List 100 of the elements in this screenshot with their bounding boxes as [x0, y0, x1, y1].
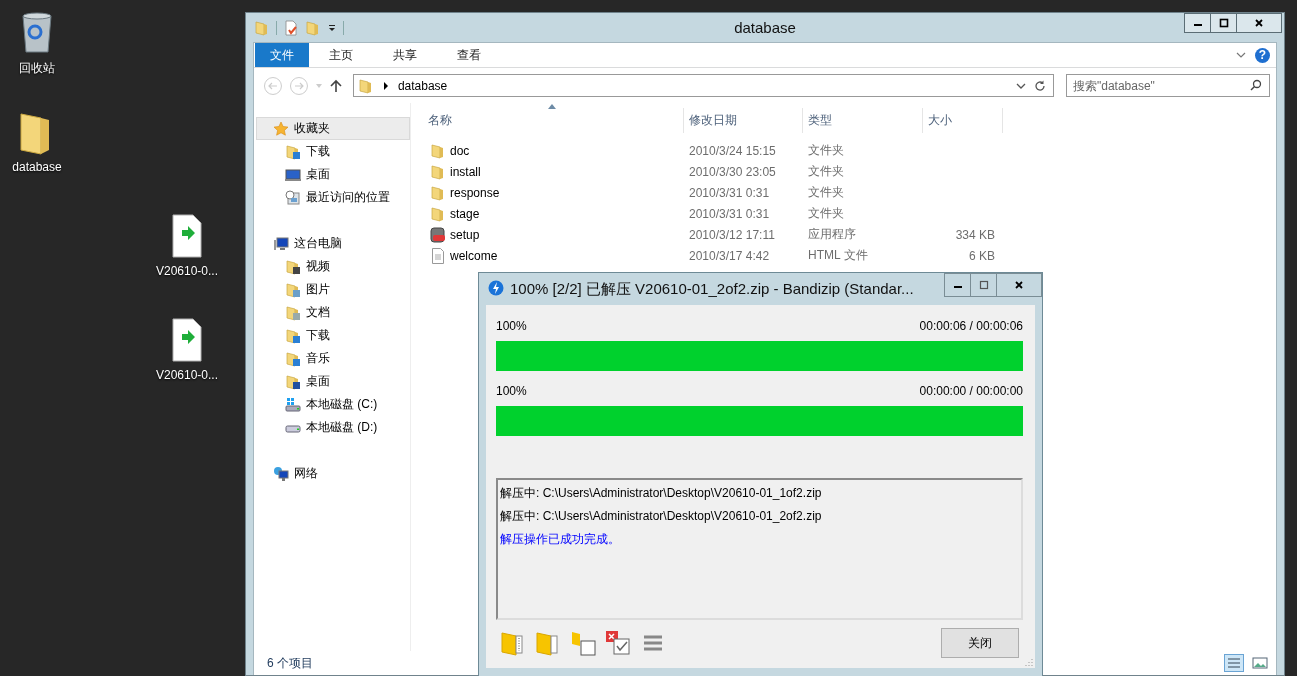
file-date: 2010/3/30 23:05: [689, 164, 776, 179]
ribbon-tab[interactable]: 主页: [309, 43, 373, 67]
customize-dropdown-icon[interactable]: [327, 22, 337, 33]
star-icon: [273, 120, 289, 137]
music-folder-icon: [285, 350, 301, 367]
desktop-folder-icon: [285, 373, 301, 390]
elapsed-time: 00:00:00 / 00:00:00: [919, 384, 1023, 398]
file-name[interactable]: install: [450, 164, 481, 179]
network-icon: [273, 465, 289, 482]
close-button[interactable]: [1236, 13, 1282, 33]
download-folder-icon: [285, 327, 301, 344]
folder-icon: [430, 184, 446, 201]
nav-item[interactable]: 网络: [256, 462, 410, 485]
file-size: 6 KB: [969, 248, 995, 263]
monitor-icon: [285, 166, 301, 183]
picture-folder-icon: [285, 281, 301, 298]
maximize-icon: [978, 280, 989, 290]
file-date: 2010/3/12 17:11: [689, 227, 775, 242]
folder-icon: [430, 163, 446, 180]
nav-item[interactable]: 下载: [256, 140, 410, 163]
download-folder-icon: [285, 143, 301, 160]
folder-icon: [430, 205, 446, 222]
properties-icon[interactable]: [283, 19, 299, 36]
item-count: 6 个项目: [267, 654, 313, 672]
ribbon-tab[interactable]: 查看: [437, 43, 501, 67]
address-path[interactable]: database: [397, 78, 448, 93]
nav-item[interactable]: 本地磁盘 (D:): [256, 416, 410, 439]
desktop-icon-label[interactable]: V20610-0...: [155, 264, 218, 278]
log-line: 解压中: C:\Users\Administrator\Desktop\V20610-01_2of2.zip: [500, 508, 823, 525]
nav-item[interactable]: 这台电脑: [256, 232, 410, 255]
file-name[interactable]: response: [450, 185, 500, 200]
column-header[interactable]: 类型: [803, 108, 923, 133]
zip-folder-icon[interactable]: [500, 630, 526, 656]
log-line: 解压操作已成功完成。: [500, 531, 621, 548]
computer-icon: [273, 235, 289, 252]
maximize-icon: [1218, 18, 1229, 28]
dialog-title: 100% [2/2] 已解压 V20610-01_2of2.zip - Bandizip (Standar...: [510, 280, 914, 299]
log-line: 解压中: C:\Users\Administrator\Desktop\V20610-01_1of2.zip: [500, 485, 823, 502]
close-button[interactable]: 关闭: [941, 628, 1019, 658]
nav-item[interactable]: 音乐: [256, 347, 410, 370]
progress-percent: 100%: [496, 319, 527, 333]
window-title: database: [734, 19, 796, 36]
resize-grip-icon[interactable]: [1025, 658, 1033, 666]
minimize-button[interactable]: [944, 273, 971, 297]
up-arrow-icon[interactable]: [328, 78, 343, 93]
nav-item[interactable]: 最近访问的位置: [256, 186, 410, 209]
system-drive-icon: [285, 396, 301, 413]
file-type: 应用程序: [808, 226, 856, 243]
address-bar[interactable]: database: [352, 74, 1054, 97]
file-type: 文件夹: [808, 163, 844, 180]
desktop-icon-label[interactable]: V20610-0...: [155, 368, 218, 382]
nav-item[interactable]: 视频: [256, 255, 410, 278]
lightning-icon: [488, 280, 504, 296]
file-name[interactable]: stage: [450, 206, 480, 221]
progress-percent: 100%: [496, 384, 527, 398]
file-date: 2010/3/31 0:31: [689, 206, 770, 221]
column-header[interactable]: 大小: [923, 108, 1003, 133]
file-name[interactable]: doc: [450, 143, 470, 158]
folder-icon: [430, 142, 446, 159]
ribbon-tab[interactable]: 文件: [255, 43, 309, 67]
column-header[interactable]: 修改日期: [684, 108, 803, 133]
file-type: 文件夹: [808, 205, 844, 222]
close-icon: [1254, 18, 1264, 28]
breadcrumb-arrow-icon[interactable]: [381, 81, 390, 90]
document-folder-icon: [285, 304, 301, 321]
nav-item[interactable]: 下载: [256, 324, 410, 347]
thumbnail-view-icon[interactable]: [1250, 654, 1270, 672]
file-date: 2010/3/31 0:31: [689, 185, 770, 200]
file-name[interactable]: setup: [450, 227, 480, 242]
application-icon: [430, 226, 446, 243]
copy-icon[interactable]: [570, 630, 596, 656]
desktop-icon-label[interactable]: 回收站: [19, 60, 55, 77]
nav-item[interactable]: 桌面: [256, 163, 410, 186]
maximize-button[interactable]: [1210, 13, 1237, 33]
nav-item[interactable]: 桌面: [256, 370, 410, 393]
minimize-button[interactable]: [1184, 13, 1211, 33]
close-button[interactable]: [996, 273, 1042, 297]
document-icon: [430, 247, 446, 264]
nav-item[interactable]: 图片: [256, 278, 410, 301]
file-name[interactable]: welcome: [450, 248, 498, 263]
ribbon-tab[interactable]: 共享: [373, 43, 437, 67]
file-date: 2010/3/24 15:15: [689, 143, 776, 158]
recent-places-icon: [285, 189, 301, 206]
refresh-icon[interactable]: [1034, 79, 1046, 92]
delete-check-icon[interactable]: [605, 630, 631, 656]
nav-item[interactable]: 收藏夹: [256, 117, 410, 140]
file-date: 2010/3/17 4:42: [689, 248, 770, 263]
expand-ribbon-icon[interactable]: [1236, 50, 1246, 60]
help-icon[interactable]: ?: [1255, 47, 1270, 63]
sort-arrow-icon: [548, 104, 556, 109]
search-field[interactable]: 搜索"database": [1066, 74, 1270, 97]
file-type: HTML 文件: [808, 247, 868, 264]
close-icon: [1014, 280, 1024, 290]
desktop-icon-label[interactable]: database: [12, 160, 62, 174]
file-type: 文件夹: [808, 184, 844, 201]
video-folder-icon: [285, 258, 301, 275]
nav-item[interactable]: 文档: [256, 301, 410, 324]
nav-item[interactable]: 本地磁盘 (C:): [256, 393, 410, 416]
elapsed-time: 00:00:06 / 00:00:06: [919, 319, 1023, 333]
search-icon[interactable]: [1250, 79, 1262, 91]
